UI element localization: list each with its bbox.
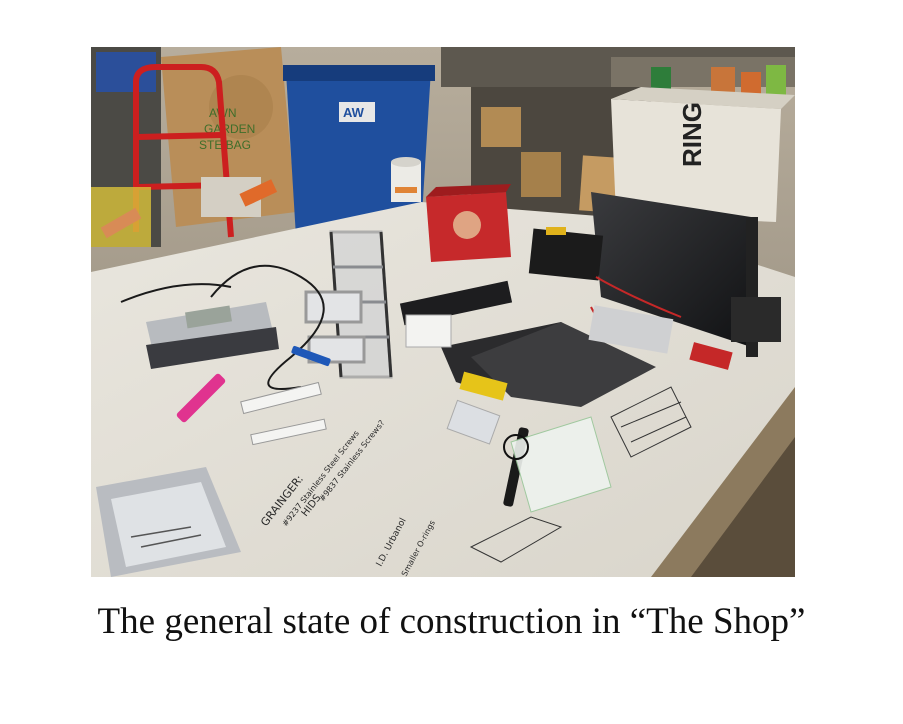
red-lunch-box bbox=[426, 184, 511, 262]
workshop-photo-drawing: AWN GARDEN STE BAG AW RING GRAINGER: #92… bbox=[91, 47, 795, 577]
bin-logo: AW bbox=[343, 105, 365, 120]
workshop-photo: AWN GARDEN STE BAG AW RING GRAINGER: #92… bbox=[91, 47, 795, 577]
figure-caption: The general state of construction in “Th… bbox=[97, 601, 806, 642]
crate-text: RING bbox=[677, 102, 707, 167]
